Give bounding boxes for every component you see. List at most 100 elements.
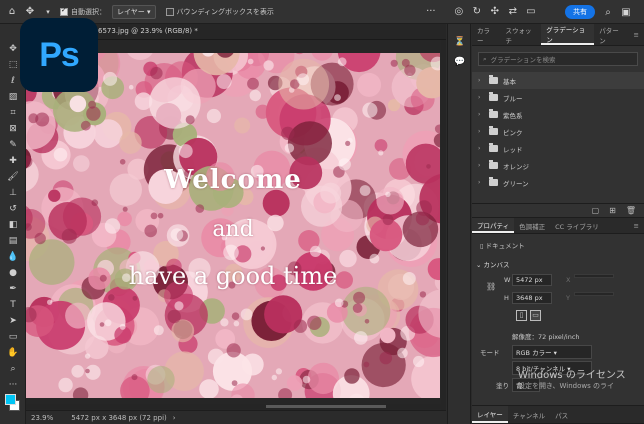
dodge-tool-icon[interactable]: ● — [6, 266, 20, 280]
folder-row[interactable]: › レッド — [472, 140, 644, 157]
search-icon[interactable]: ⌕ — [602, 6, 614, 18]
eyedropper-tool-icon[interactable]: ✎ — [6, 138, 20, 152]
gradient-search-input[interactable]: ⌕ グラデーションを検索 — [478, 52, 638, 66]
document-icon: ▯ — [480, 242, 484, 250]
crop-tool-icon[interactable]: ⌗ — [6, 106, 20, 120]
folder-row[interactable]: › 基本 — [472, 72, 644, 89]
folder-row[interactable]: › グリーン — [472, 174, 644, 191]
chevron-right-icon: › — [478, 111, 481, 118]
new-group-icon[interactable]: ▢ — [592, 206, 600, 215]
lasso-tool-icon[interactable]: ℓ — [6, 74, 20, 88]
path-select-tool-icon[interactable]: ➤ — [6, 314, 20, 328]
horizontal-scrollbar[interactable] — [26, 404, 441, 409]
workspace-icon[interactable]: ▣ — [620, 6, 632, 18]
tab-gradients[interactable]: グラデーション — [541, 24, 595, 45]
eraser-tool-icon[interactable]: ◧ — [6, 218, 20, 232]
share-button[interactable]: 共有 — [565, 5, 595, 19]
blur-tool-icon[interactable]: 💧 — [6, 250, 20, 264]
portrait-orientation-icon[interactable]: ▯ — [516, 310, 527, 321]
activation-watermark-text: 設定を開き、Windows のライ — [518, 382, 614, 390]
panel-menu-icon[interactable]: ≡ — [629, 218, 644, 233]
width-field[interactable]: 5472 px — [512, 274, 552, 286]
clone-stamp-tool-icon[interactable]: ⊥ — [6, 186, 20, 200]
tab-paths[interactable]: パス — [550, 406, 573, 423]
folder-row[interactable]: › ピンク — [472, 123, 644, 140]
foreground-color-swatch[interactable] — [5, 394, 16, 405]
folder-row[interactable]: › 紫色系 — [472, 106, 644, 123]
brush-tool-icon[interactable]: 🖌 — [6, 170, 20, 184]
chevron-right-icon: › — [478, 145, 481, 152]
mode-dropdown[interactable]: RGB カラー ▾ — [512, 345, 592, 359]
tab-properties[interactable]: プロパティ — [472, 218, 515, 233]
rotate-icon[interactable]: ↻ — [471, 6, 483, 18]
document-label: ドキュメント — [485, 242, 525, 250]
folder-row[interactable]: › ブルー — [472, 89, 644, 106]
home-icon[interactable]: ⌂ — [6, 6, 18, 18]
document-section: ▯ ドキュメント — [480, 240, 525, 250]
chevron-right-icon[interactable]: › — [173, 414, 176, 422]
tab-patterns[interactable]: パターン — [594, 24, 628, 45]
logo-text: Ps — [39, 35, 80, 74]
canvas-section-header[interactable]: ⌄ カンバス — [476, 259, 510, 269]
zoom-tool-icon[interactable]: ⌕ — [6, 362, 20, 376]
chevron-down-icon: ⌄ — [476, 261, 482, 269]
scroll-thumb[interactable] — [266, 405, 386, 408]
history-icon[interactable]: ⏳ — [454, 36, 466, 48]
rectangle-tool-icon[interactable]: ▭ — [6, 330, 20, 344]
document-tab[interactable]: 6573.jpg @ 23.9% (RGB/8) * — [98, 27, 198, 35]
tab-cc-libraries[interactable]: CC ライブラリ — [550, 218, 604, 233]
y-label: Y — [566, 294, 570, 302]
tab-channels[interactable]: チャンネル — [508, 406, 550, 423]
chevron-down-icon[interactable]: ▾ — [42, 6, 54, 18]
type-tool-icon[interactable]: T — [6, 298, 20, 312]
height-field[interactable]: 3648 px — [512, 292, 552, 304]
zoom-level[interactable]: 23.9% — [31, 414, 53, 422]
x-label: X — [566, 276, 571, 284]
tab-adjustments[interactable]: 色調補正 — [514, 218, 550, 233]
more-options-icon[interactable]: ··· — [425, 6, 437, 18]
panel-menu-icon[interactable]: ≡ — [629, 24, 644, 45]
tab-layers[interactable]: レイヤー — [472, 406, 508, 423]
landscape-orientation-icon[interactable]: ▭ — [530, 310, 541, 321]
tab-color[interactable]: カラー — [472, 24, 500, 45]
healing-brush-tool-icon[interactable]: ✚ — [6, 154, 20, 168]
bounding-box-checkbox[interactable]: バウンディングボックスを表示 — [165, 7, 274, 17]
move-tool-icon[interactable]: ✥ — [24, 6, 36, 18]
object-select-tool-icon[interactable]: ▨ — [6, 90, 20, 104]
folder-label: 基本 — [503, 77, 516, 86]
new-gradient-icon[interactable]: ⊞ — [609, 206, 616, 215]
mode-value: RGB カラー — [516, 349, 552, 357]
comments-icon[interactable]: 💬 — [454, 56, 466, 68]
move-tool-icon[interactable]: ✥ — [6, 42, 20, 56]
frame-tool-icon[interactable]: ⊠ — [6, 122, 20, 136]
height-label: H — [504, 294, 509, 302]
pan-icon[interactable]: ✣ — [489, 6, 501, 18]
gradient-folder-list: › 基本 › ブルー › 紫色系 › ピンク › レッド › オレンジ › グリーン — [472, 72, 644, 191]
link-icon[interactable]: ⛓ — [486, 282, 496, 291]
folder-label: オレンジ — [503, 162, 529, 171]
layer-select-dropdown[interactable]: レイヤー ▾ — [112, 4, 156, 19]
folder-icon — [489, 109, 498, 118]
options-bar: ⌂ ✥ ▾ 自動選択： レイヤー ▾ バウンディングボックスを表示 ··· ◎ … — [0, 0, 644, 24]
folder-label: グリーン — [503, 179, 529, 188]
pen-tool-icon[interactable]: ✒ — [6, 282, 20, 296]
hand-tool-icon[interactable]: ✋ — [6, 346, 20, 360]
document-canvas[interactable]: Welcome and have a good time — [26, 53, 440, 398]
folder-label: レッド — [503, 145, 523, 154]
tab-swatches[interactable]: スウォッチ — [500, 24, 541, 45]
more-tools-icon[interactable]: ··· — [6, 378, 20, 392]
gradient-tool-icon[interactable]: ▤ — [6, 234, 20, 248]
slide-icon[interactable]: ⇄ — [507, 6, 519, 18]
auto-select-checkbox[interactable]: 自動選択： — [60, 6, 106, 17]
y-field — [574, 292, 614, 296]
gradient-search-placeholder: グラデーションを検索 — [490, 56, 556, 64]
marquee-tool-icon[interactable]: ⬚ — [6, 58, 20, 72]
history-brush-tool-icon[interactable]: ↺ — [6, 202, 20, 216]
folder-row[interactable]: › オレンジ — [472, 157, 644, 174]
3d-mode-icon[interactable]: ◎ — [453, 6, 465, 18]
video-icon[interactable]: ▭ — [525, 6, 537, 18]
trash-icon[interactable]: 🗑 — [626, 206, 636, 215]
canvas-section-label: カンバス — [483, 261, 510, 269]
vertical-scrollbar[interactable] — [441, 40, 446, 410]
activation-watermark-title: Windows のライセンス — [518, 370, 626, 381]
